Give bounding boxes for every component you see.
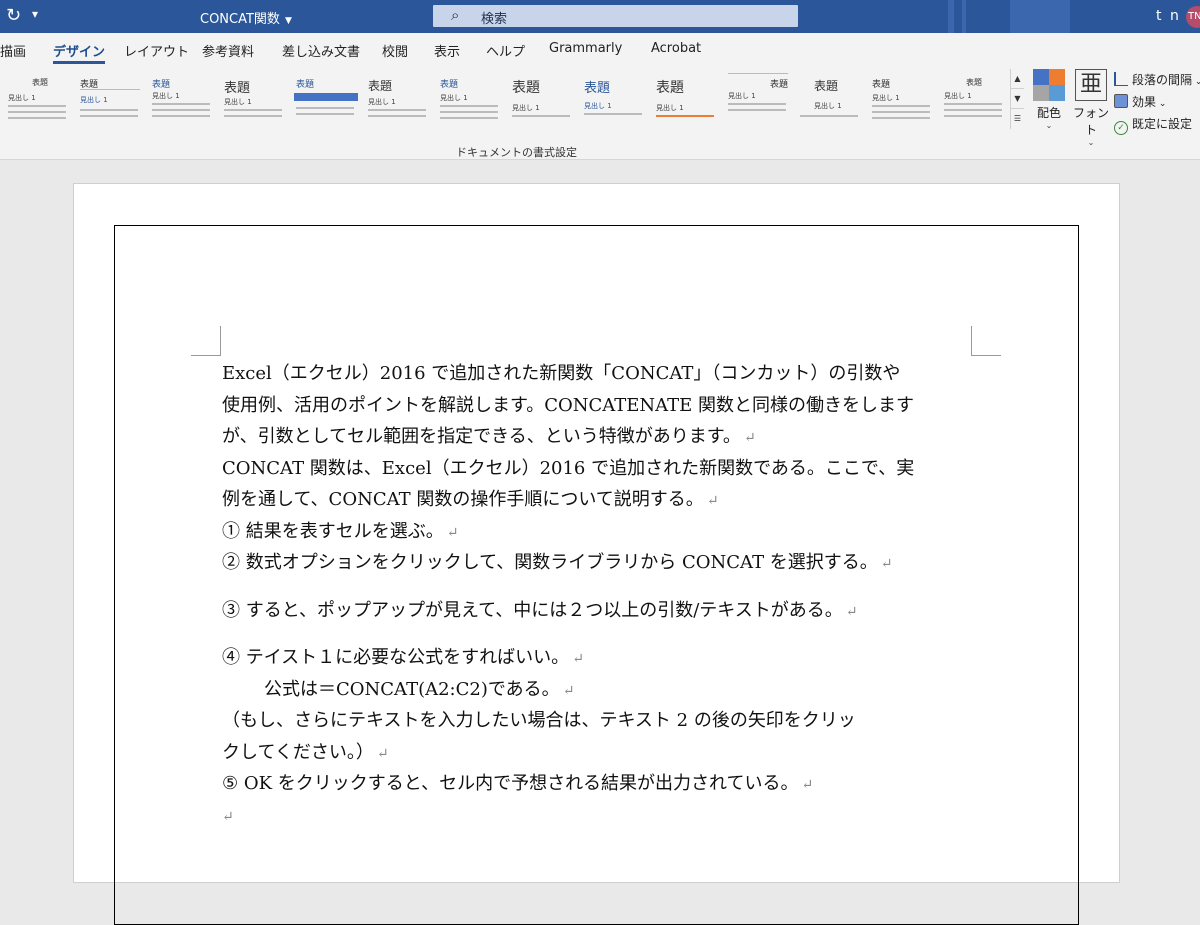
formula-line: 公式は＝CONCAT(A2:C2)である。 ↵: [264, 678, 575, 700]
chevron-down-icon: ⌄: [1045, 121, 1053, 130]
chevron-up-icon[interactable]: ▲: [1011, 69, 1024, 89]
checkmark-icon: ✓: [1114, 121, 1128, 135]
paragraph-mark: ↵: [743, 430, 756, 446]
tab-acrobat[interactable]: Acrobat: [651, 41, 701, 56]
crop-mark-top-left: [191, 326, 221, 356]
paragraph-line: が、引数としてセル範囲を指定できる、という特徴があります。 ↵: [222, 426, 756, 447]
group-label: ドキュメントの書式設定: [456, 146, 577, 159]
paragraph-mark: ↵: [222, 808, 234, 825]
list-item: ① 結果を表すセルを選ぶ。 ↵: [222, 520, 459, 542]
decor-bar: [962, 0, 966, 33]
empty-paragraph: ↵: [222, 802, 982, 834]
chevron-down-icon[interactable]: ▼: [1011, 89, 1024, 109]
style-thumb[interactable]: 表題 見出し 1: [74, 69, 142, 129]
style-thumb[interactable]: 表題 見出し 1: [794, 69, 862, 129]
colors-label: 配色: [1036, 106, 1061, 120]
gallery-scroll: ▲ ▼ ☰: [1010, 69, 1024, 129]
style-thumb[interactable]: 表題: [290, 69, 358, 129]
style-thumb[interactable]: 表題 見出し 1: [218, 69, 286, 129]
list-item: ③ すると、ポップアップが見えて、中には２つ以上の引数/テキストがある。 ↵: [222, 599, 858, 621]
colors-swatch-icon: [1033, 69, 1065, 101]
font-glyph-icon: 亜: [1075, 69, 1107, 101]
tab-mailings[interactable]: 差し込み文書: [282, 41, 360, 60]
tab-draw[interactable]: 描画: [0, 41, 26, 60]
paragraph-line: 例を通して、CONCAT 関数の操作手順について説明する。 ↵: [222, 489, 719, 510]
tab-design[interactable]: デザイン: [53, 41, 106, 64]
document-title[interactable]: CONCAT関数 ▼: [200, 8, 292, 27]
avatar[interactable]: TN: [1186, 6, 1200, 28]
refresh-icon[interactable]: ↻: [6, 6, 21, 26]
title-bar: ↻ ▾ CONCAT関数 ▼ ⌕ 検索 t n TN: [0, 0, 1200, 33]
set-default-button[interactable]: ✓ 既定に設定: [1114, 115, 1192, 135]
chevron-down-icon: ▼: [284, 16, 292, 26]
fonts-button[interactable]: 亜 フォント ⌄: [1072, 69, 1110, 147]
paragraph-line: クしてください。） ↵: [222, 741, 389, 763]
paragraph-line: Excel（エクセル）2016 で追加された新関数「CONCAT」（コンカット）…: [222, 363, 901, 384]
paragraph-mark: ↵: [376, 745, 389, 762]
paragraph-mark: ↵: [572, 651, 584, 667]
user-name[interactable]: t n: [1156, 8, 1181, 24]
effects-icon: [1114, 94, 1128, 108]
gallery-more-icon[interactable]: ☰: [1011, 109, 1024, 129]
style-thumb[interactable]: 表題 見出し 1: [650, 69, 718, 129]
effects-button[interactable]: 効果 ⌄: [1114, 93, 1166, 110]
style-thumb[interactable]: 表題 見出し 1: [506, 69, 574, 129]
paragraph-mark: ↵: [801, 777, 814, 793]
search-box[interactable]: ⌕ 検索: [433, 5, 798, 27]
style-thumb[interactable]: 表題 見出し 1: [146, 69, 214, 129]
paragraph-line: （もし、さらにテキストを入力したい場合は、テキスト 2 の後の矢印をクリッ: [222, 710, 856, 731]
style-thumb[interactable]: 表題 見出し 1: [938, 69, 1006, 129]
tab-view[interactable]: 表示: [434, 41, 460, 60]
document-body[interactable]: Excel（エクセル）2016 で追加された新関数「CONCAT」（コンカット）…: [222, 360, 982, 833]
ribbon-tabs: 描画 デザイン レイアウト 参考資料 差し込み文書 校閲 表示 ヘルプ Gram…: [0, 33, 1200, 65]
paragraph-mark: ↵: [706, 493, 719, 509]
tab-review[interactable]: 校閲: [382, 41, 408, 60]
style-thumb[interactable]: 表題 見出し 1: [434, 69, 502, 129]
paragraph-mark: ↵: [880, 556, 893, 572]
crop-mark-top-right: [971, 326, 1001, 356]
fonts-label: フォント: [1072, 106, 1109, 137]
list-item: ② 数式オプションをクリックして、関数ライブラリから CONCAT を選択する。…: [222, 552, 893, 573]
chevron-down-icon: ⌄: [1087, 138, 1095, 147]
ribbon: 表題 見出し 1 表題 見出し 1 表題 見出し 1 表題 見出し 1 表題 表題 見出し…: [0, 65, 1200, 160]
colors-button[interactable]: 配色 ⌄: [1030, 69, 1068, 130]
tab-help[interactable]: ヘルプ: [486, 41, 525, 60]
search-placeholder: 検索: [481, 12, 508, 27]
tab-layout[interactable]: レイアウト: [124, 41, 189, 60]
style-thumb[interactable]: 表題 見出し 1: [2, 69, 70, 129]
paragraph-mark: ↵: [562, 682, 575, 699]
style-gallery: 表題 見出し 1 表題 見出し 1 表題 見出し 1 表題 見出し 1 表題 表題 見出し…: [0, 69, 1010, 129]
decor-bar: [948, 0, 954, 33]
paragraph-line: CONCAT 関数は、Excel（エクセル）2016 で追加された新関数である。…: [222, 457, 915, 479]
tab-references[interactable]: 参考資料: [202, 41, 254, 60]
paragraph-mark: ↵: [446, 524, 459, 541]
decor-bar: [1010, 0, 1070, 33]
list-item: ④ テイスト１に必要な公式をすればいい。 ↵: [222, 647, 584, 668]
search-icon: ⌕: [451, 6, 460, 24]
paragraph-mark: ↵: [845, 603, 858, 620]
paragraph-spacing-button[interactable]: 段落の間隔 ⌄: [1114, 71, 1200, 88]
paragraph-spacing-icon: [1114, 72, 1128, 86]
quick-access-chevron-icon[interactable]: ▾: [32, 7, 38, 21]
list-item: ⑤ OK をクリックすると、セル内で予想される結果が出力されている。 ↵: [222, 773, 814, 794]
style-thumb[interactable]: 表題 見出し 1: [866, 69, 934, 129]
style-thumb[interactable]: 表題 見出し 1: [362, 69, 430, 129]
tab-grammarly[interactable]: Grammarly: [549, 41, 622, 56]
style-thumb[interactable]: 表題 見出し 1: [722, 69, 790, 129]
paragraph-line: 使用例、活用のポイントを解説します。CONCATENATE 関数と同様の働きをし…: [222, 394, 915, 416]
style-thumb[interactable]: 表題 見出し 1: [578, 69, 646, 129]
